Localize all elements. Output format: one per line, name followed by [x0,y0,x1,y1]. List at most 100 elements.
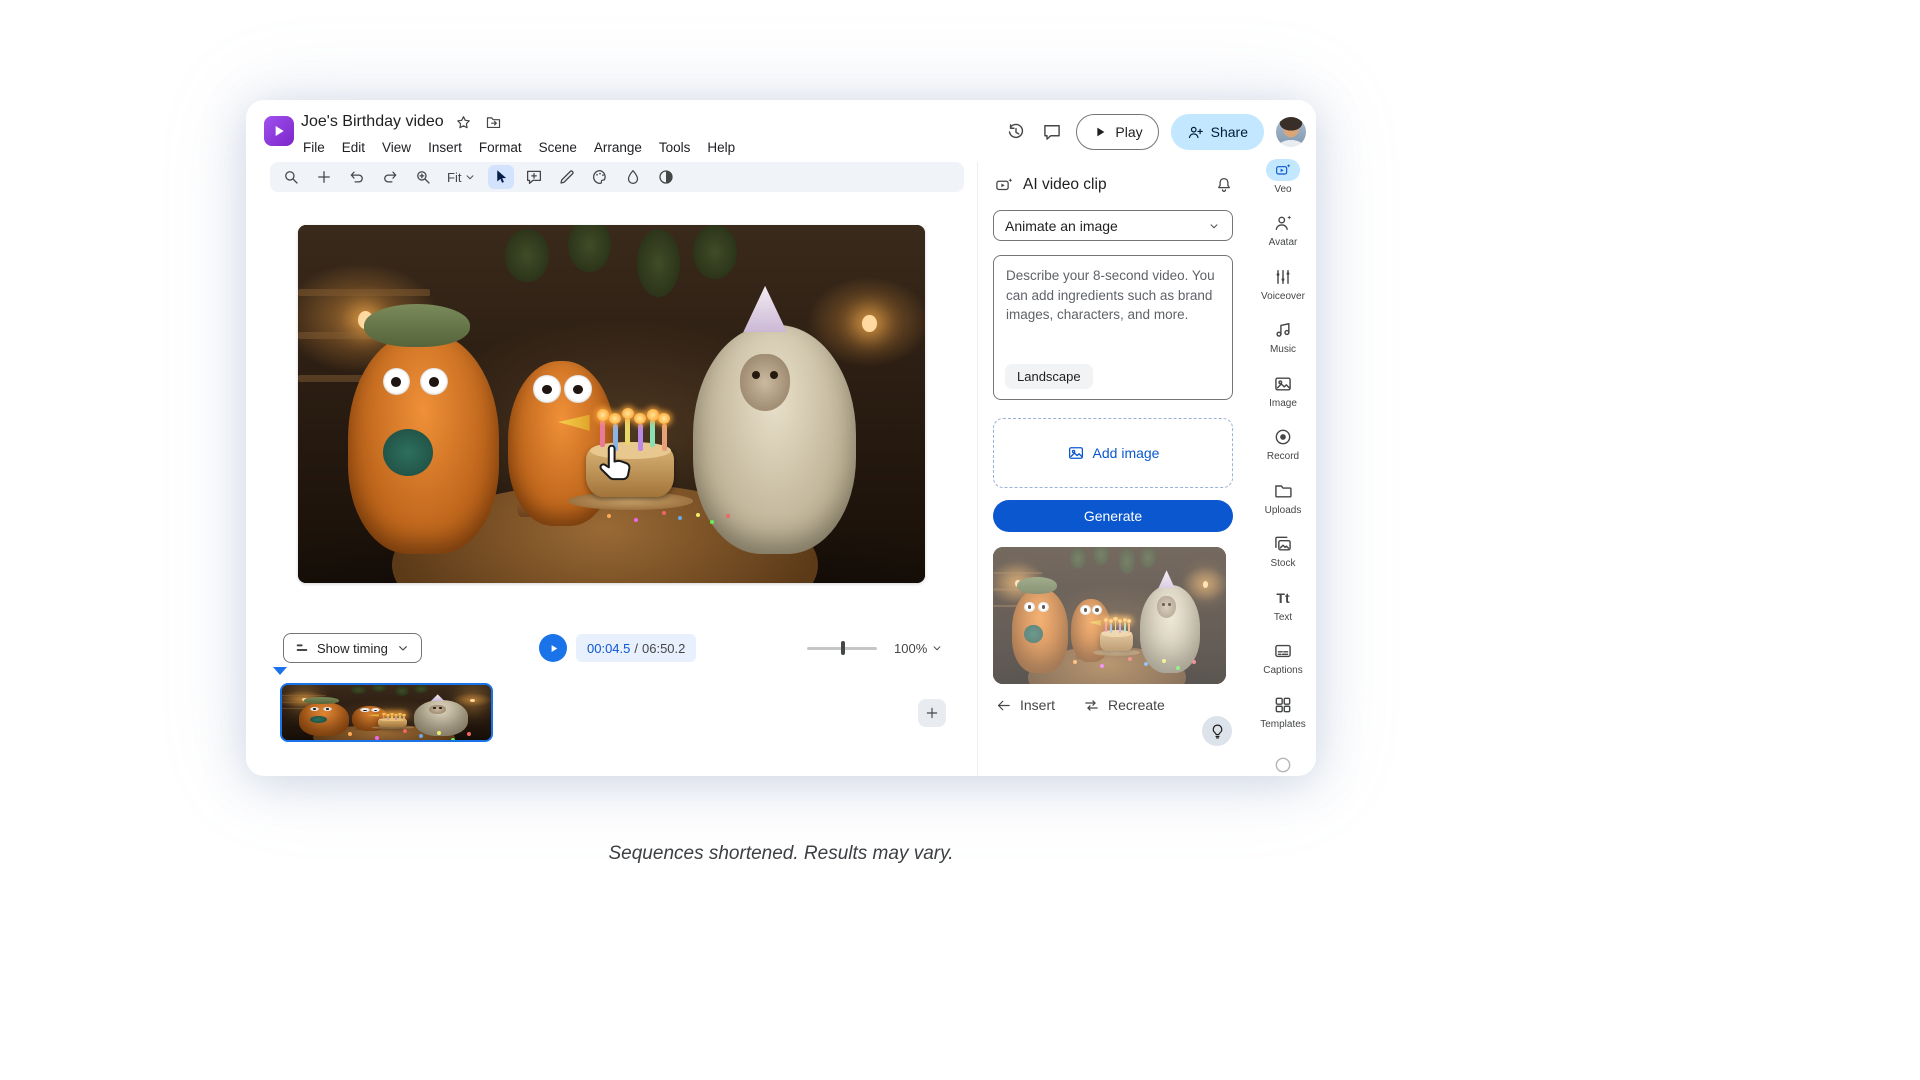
timeline-zoom-slider[interactable] [807,641,877,655]
timecode-separator: / [634,641,638,656]
recreate-button[interactable]: Recreate [1083,697,1165,714]
add-image-label: Add image [1093,445,1160,461]
search-icon[interactable] [278,165,304,189]
insert-button[interactable]: Insert [995,697,1055,714]
aspect-ratio-chip[interactable]: Landscape [1005,364,1093,389]
video-scene-art [298,225,925,583]
image-icon [1273,373,1293,395]
zoom-fit-label: Fit [447,170,461,185]
version-history-icon[interactable] [1004,120,1028,144]
captions-icon [1273,640,1293,662]
notifications-bell-icon[interactable] [1215,176,1233,194]
blur-icon[interactable] [620,165,646,189]
mode-selected-value: Animate an image [1005,218,1118,234]
zoom-level-dropdown[interactable]: 100% [894,634,944,662]
record-icon [1273,426,1293,448]
sidebar-item-templates[interactable]: Templates [1250,685,1316,739]
menu-file[interactable]: File [301,139,327,156]
text-icon: Tt [1276,587,1289,609]
sidebar-item-more-partial[interactable] [1250,739,1316,777]
tips-lightbulb-button[interactable] [1202,716,1232,746]
redo-icon[interactable] [377,165,403,189]
sidebar-item-veo[interactable]: Veo [1250,150,1316,204]
add-scene-button[interactable] [918,699,946,727]
ai-video-clip-panel: AI video clip Animate an image Landscape… [985,162,1241,776]
stock-media-icon [1273,533,1293,555]
transparency-icon[interactable] [653,165,679,189]
right-sidebar: Veo Avatar Voiceover Music [1250,150,1316,776]
move-folder-icon[interactable] [484,112,504,132]
editor-toolbar: Fit [270,162,964,192]
menu-help[interactable]: Help [705,139,737,156]
voiceover-icon [1273,266,1293,288]
screen: Joe's Birthday video File Edit View Inse… [0,0,1920,1080]
sidebar-item-record[interactable]: Record [1250,418,1316,472]
veo-icon [1266,159,1300,181]
timecode-display: 00:04.5 / 06:50.2 [576,634,696,662]
add-image-button[interactable]: Add image [993,418,1233,488]
undo-icon[interactable] [344,165,370,189]
zoom-in-icon[interactable] [410,165,436,189]
timecode-current: 00:04.5 [587,641,630,656]
menu-format[interactable]: Format [477,139,524,156]
partial-circle-icon [1273,754,1293,776]
comments-icon[interactable] [1040,120,1064,144]
vids-logo[interactable] [264,116,294,146]
sidebar-item-text[interactable]: Tt Text [1250,578,1316,632]
music-icon [1273,319,1293,341]
app-window: Joe's Birthday video File Edit View Inse… [246,100,1316,776]
sidebar-item-music[interactable]: Music [1250,311,1316,365]
select-tool-icon[interactable] [488,165,514,189]
recreate-label: Recreate [1108,697,1165,713]
ai-clip-icon [995,176,1013,194]
timecode-total: 06:50.2 [642,641,685,656]
panel-title: AI video clip [1023,176,1107,194]
generate-button[interactable]: Generate [993,500,1233,532]
menu-edit[interactable]: Edit [340,139,367,156]
menu-view[interactable]: View [380,139,413,156]
menu-insert[interactable]: Insert [426,139,464,156]
sidebar-item-stock[interactable]: Stock [1250,525,1316,579]
zoom-level-value: 100% [894,641,927,656]
star-icon[interactable] [454,112,474,132]
templates-icon [1273,694,1293,716]
avatar-sparkle-icon [1273,212,1293,234]
show-timing-button[interactable]: Show timing [283,633,422,663]
zoom-fit-dropdown[interactable]: Fit [443,165,481,189]
hand-cursor-icon [593,440,639,486]
sidebar-item-image[interactable]: Image [1250,364,1316,418]
pen-tool-icon[interactable] [554,165,580,189]
add-icon[interactable] [311,165,337,189]
insert-label: Insert [1020,697,1055,713]
share-button-label: Share [1211,124,1248,140]
menu-tools[interactable]: Tools [657,139,693,156]
menu-bar: File Edit View Insert Format Scene Arran… [301,139,737,156]
show-timing-label: Show timing [317,641,388,656]
share-button[interactable]: Share [1171,114,1264,150]
timeline-play-button[interactable] [539,634,567,662]
document-title[interactable]: Joe's Birthday video [301,113,444,131]
uploads-folder-icon [1273,480,1293,502]
color-palette-icon[interactable] [587,165,613,189]
timeline-clip[interactable] [280,683,493,742]
user-avatar[interactable] [1276,117,1306,147]
sidebar-item-captions[interactable]: Captions [1250,632,1316,686]
video-preview[interactable] [298,225,925,583]
menu-scene[interactable]: Scene [537,139,579,156]
preview-haze-overlay [993,547,1226,684]
play-button[interactable]: Play [1076,114,1158,150]
sidebar-item-voiceover[interactable]: Voiceover [1250,257,1316,311]
playhead-marker[interactable] [273,667,287,675]
add-comment-icon[interactable] [521,165,547,189]
play-button-label: Play [1115,124,1142,140]
panel-divider [977,162,978,776]
mode-select-dropdown[interactable]: Animate an image [993,210,1233,241]
menu-arrange[interactable]: Arrange [592,139,644,156]
video-scene-art [282,685,491,740]
disclaimer-text: Sequences shortened. Results may vary. [246,843,1316,865]
prompt-container: Landscape [993,255,1233,400]
generated-video-preview[interactable] [993,547,1226,684]
zoom-slider-thumb[interactable] [841,641,845,655]
sidebar-item-uploads[interactable]: Uploads [1250,471,1316,525]
sidebar-item-avatar[interactable]: Avatar [1250,204,1316,258]
